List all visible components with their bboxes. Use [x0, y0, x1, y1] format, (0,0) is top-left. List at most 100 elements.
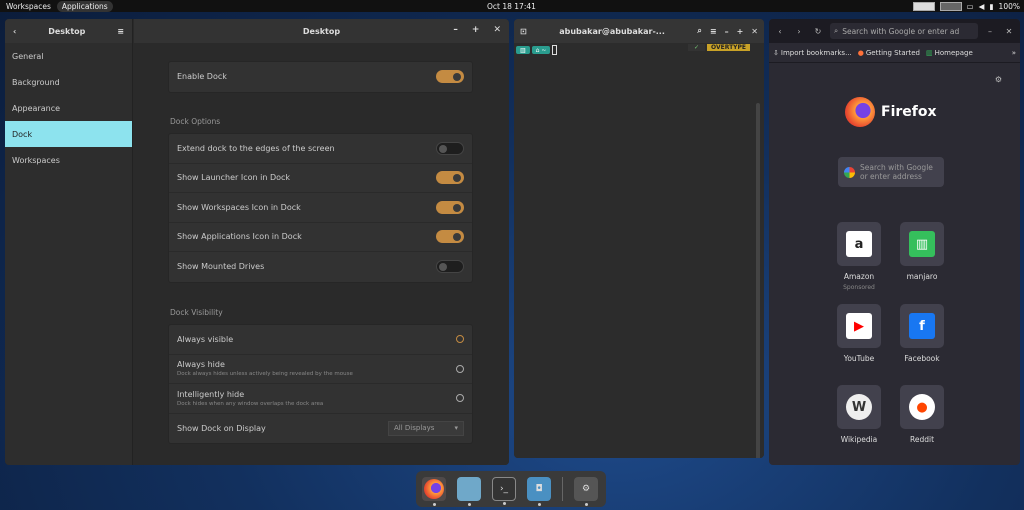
dock-visibility-heading: Dock Visibility: [170, 308, 223, 317]
sidebar-item-appearance[interactable]: Appearance: [5, 95, 132, 121]
display-select-value: All Displays: [394, 424, 435, 433]
search-input[interactable]: Search with Google or enter address: [838, 157, 944, 187]
manjaro-icon: ▥: [909, 231, 935, 257]
top-site-wikipedia[interactable]: W Wikipedia: [830, 385, 888, 444]
dock-terminal[interactable]: ›_: [492, 477, 516, 505]
dock-firefox[interactable]: [422, 477, 446, 506]
bookmark-import[interactable]: ⇩ Import bookmarks...: [773, 49, 852, 57]
applications-button[interactable]: Applications: [56, 0, 113, 12]
new-tab-icon[interactable]: ⊡: [520, 27, 527, 36]
dock-screenshot[interactable]: ◘: [527, 477, 551, 506]
top-site-amazon[interactable]: a Amazon Sponsored: [830, 222, 888, 291]
display-select[interactable]: All Displays ▾: [388, 420, 464, 436]
back-icon[interactable]: ‹: [13, 27, 16, 36]
workspace-thumb-2[interactable]: [939, 1, 962, 11]
gear-icon[interactable]: ⚙: [995, 75, 1002, 84]
minimize-button[interactable]: –: [725, 27, 729, 36]
intelligently-hide-desc: Dock hides when any window overlaps the …: [177, 400, 324, 407]
chevron-down-icon: ▾: [454, 424, 458, 433]
enable-dock-panel: Enable Dock: [168, 61, 473, 93]
search-placeholder: Search with Google or enter address: [860, 163, 933, 181]
dock: ›_ ◘ ⚙: [416, 471, 606, 507]
clock[interactable]: Oct 18 17:41: [487, 2, 536, 11]
terminal-window: ⊡ abubakar@abubakar-... ⌕ ≡ – + ✕ ▥ ⌂ ~ ✓ OVERTY…: [514, 19, 764, 458]
import-icon: ⇩: [773, 48, 779, 57]
bookmark-getting-started[interactable]: ● Getting Started: [858, 49, 920, 57]
check-icon: ✓: [688, 44, 706, 51]
terminal-icon: ›_: [499, 484, 509, 494]
sidebar-item-workspaces[interactable]: Workspaces: [5, 147, 132, 173]
volume-icon[interactable]: ◀: [979, 2, 985, 11]
bookmarks-bar: ⇩ Import bookmarks... ● Getting Started ▥ H…: [769, 43, 1020, 63]
terminal-body[interactable]: ▥ ⌂ ~ ✓ OVERTYPE: [514, 43, 764, 458]
terminal-title: abubakar@abubakar-...: [559, 26, 665, 36]
extend-dock-toggle[interactable]: [436, 141, 464, 155]
sidebar-item-dock[interactable]: Dock: [5, 121, 132, 147]
dock-separator: [562, 477, 563, 501]
maximize-button[interactable]: +: [472, 25, 480, 35]
always-hide-radio[interactable]: [456, 364, 464, 373]
close-button[interactable]: ✕: [493, 25, 501, 35]
dock-options-heading: Dock Options: [170, 117, 221, 126]
network-icon[interactable]: ▭: [967, 2, 974, 11]
brand-name: Firefox: [881, 104, 937, 120]
facebook-icon: f: [909, 313, 935, 339]
top-site-youtube[interactable]: ▶ YouTube: [830, 304, 888, 363]
workspaces-icon-toggle[interactable]: [436, 200, 464, 214]
battery-icon[interactable]: ▮: [989, 2, 993, 11]
option-label: Show Mounted Drives: [177, 262, 265, 272]
minimize-button[interactable]: –: [453, 25, 458, 35]
camera-icon: ◘: [535, 484, 543, 494]
option-label: Show Workspaces Icon in Dock: [177, 202, 301, 212]
menu-icon[interactable]: ≡: [117, 27, 124, 36]
search-icon: ⌕: [834, 26, 839, 35]
enable-dock-toggle[interactable]: [436, 70, 464, 84]
close-button[interactable]: ✕: [1002, 24, 1016, 38]
close-button[interactable]: ✕: [751, 27, 758, 36]
top-site-reddit[interactable]: ● Reddit: [893, 385, 951, 444]
scrollbar[interactable]: [756, 103, 760, 458]
menu-icon[interactable]: ≡: [710, 27, 717, 36]
bookmark-homepage[interactable]: ▥ Homepage: [926, 49, 973, 57]
launcher-icon-toggle[interactable]: [436, 171, 464, 185]
top-bar: Workspaces Applications Oct 18 17:41 ▭ ◀…: [0, 0, 1024, 12]
dock-settings[interactable]: ⚙: [574, 477, 598, 506]
applications-icon-toggle[interactable]: [436, 230, 464, 244]
minimize-button[interactable]: –: [983, 24, 997, 38]
dock-files[interactable]: [457, 477, 481, 506]
firefox-icon: ●: [857, 48, 864, 57]
search-icon[interactable]: ⌕: [697, 26, 701, 36]
url-placeholder: Search with Google or enter ad: [842, 26, 960, 36]
always-hide-label: Always hide: [177, 360, 225, 370]
mounted-drives-toggle[interactable]: [436, 260, 464, 274]
top-site-facebook[interactable]: f Facebook: [893, 304, 951, 363]
reload-icon[interactable]: ↻: [811, 24, 825, 38]
amazon-icon: a: [846, 231, 872, 257]
overflow-icon[interactable]: »: [1012, 49, 1016, 57]
sponsored-label: Sponsored: [843, 284, 875, 291]
workspaces-button[interactable]: Workspaces: [0, 2, 57, 11]
option-label: Show Applications Icon in Dock: [177, 232, 302, 242]
workspace-thumb-1[interactable]: [912, 1, 935, 11]
top-site-manjaro[interactable]: ▥ manjaro: [893, 222, 951, 281]
reddit-icon: ●: [909, 394, 935, 420]
settings-sidebar: ‹ Desktop ≡ General Background Appearance …: [5, 19, 133, 465]
intelligently-hide-radio[interactable]: [456, 394, 464, 403]
forward-icon[interactable]: ›: [792, 24, 806, 38]
page-title: Desktop: [302, 26, 341, 36]
overtype-badge: OVERTYPE: [707, 44, 750, 51]
sidebar-item-general[interactable]: General: [5, 43, 132, 69]
gear-icon: ⚙: [581, 484, 591, 494]
always-visible-radio[interactable]: [456, 335, 464, 344]
firefox-logo: Firefox: [845, 97, 937, 127]
url-bar[interactable]: ⌕ Search with Google or enter ad: [830, 23, 978, 39]
option-label: Extend dock to the edges of the screen: [177, 143, 335, 153]
firefox-window: ‹ › ↻ ⌕ Search with Google or enter ad – …: [769, 19, 1020, 465]
cursor: [552, 45, 558, 55]
maximize-button[interactable]: +: [737, 27, 744, 36]
wikipedia-icon: W: [846, 394, 872, 420]
google-icon: [844, 166, 855, 178]
sidebar-item-background[interactable]: Background: [5, 69, 132, 95]
home-icon: ⌂ ~: [531, 46, 551, 54]
back-icon[interactable]: ‹: [773, 24, 787, 38]
